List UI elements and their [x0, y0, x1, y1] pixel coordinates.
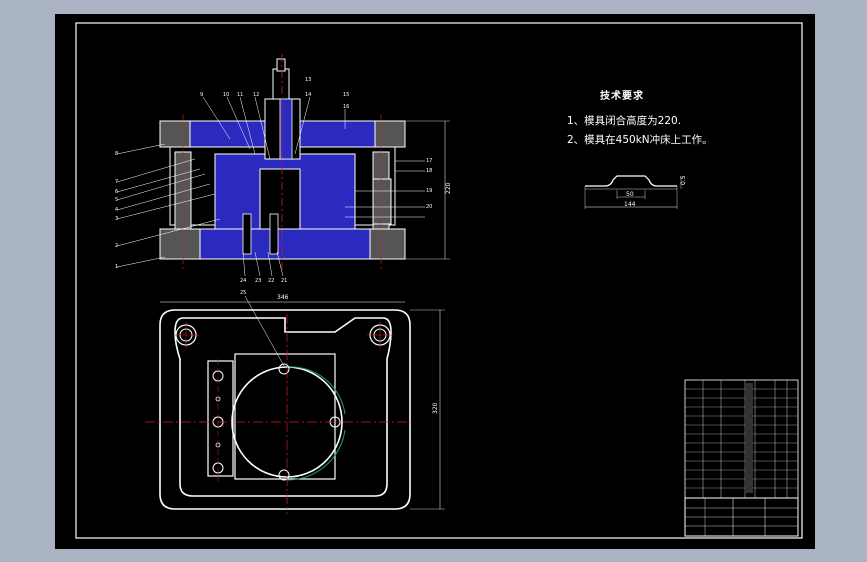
pin-left — [242, 213, 252, 255]
part-width-label: 144 — [624, 201, 636, 208]
pin-middle — [269, 213, 279, 255]
plan-width-label: 346 — [277, 294, 289, 301]
part-num-18: 18 — [426, 168, 432, 174]
part-thickness-label: 0.5 — [680, 175, 687, 185]
plan-inner-body — [174, 317, 392, 497]
sheet-border — [75, 22, 803, 539]
stripper-plate — [207, 360, 234, 477]
drawing-sheet: 220 9 10 11 12 13 14 15 8 7 6 5 4 3 2 1 … — [55, 14, 815, 549]
section-view: 2 20 — [116, 54, 452, 277]
part-num-6: 6 — [115, 189, 118, 195]
requirement-2: 2、模具在450kN冲床上工作。 — [567, 134, 713, 146]
part-num-11: 11 — [237, 92, 243, 98]
part-num-10: 10 — [223, 92, 229, 98]
part-num-22: 22 — [268, 278, 274, 284]
requirements-title: 技术要求 — [600, 91, 644, 102]
plan-view: 346 320 — [145, 294, 445, 514]
part-num-23: 23 — [255, 278, 261, 284]
part-num-16: 16 — [343, 104, 349, 110]
part-inner-label: 50 — [626, 191, 634, 198]
part-num-5: 5 — [115, 197, 118, 203]
part-num-7: 7 — [115, 179, 118, 185]
part-num-14: 14 — [305, 92, 311, 98]
shank-bolt — [276, 58, 286, 72]
part-num-19: 19 — [426, 188, 432, 194]
green-arc-top — [286, 366, 346, 415]
shank-top — [272, 68, 290, 100]
part-num-1: 1 — [115, 264, 118, 270]
title-block — [684, 379, 799, 537]
part-num-13: 13 — [305, 77, 311, 83]
bom-table — [684, 379, 799, 499]
section-height-label: 220 — [445, 182, 452, 194]
part-num-12: 12 — [253, 92, 259, 98]
part-num-24: 24 — [240, 278, 246, 284]
lower-plate-right-end — [369, 228, 406, 260]
part-num-17: 17 — [426, 158, 432, 164]
plan-height-label: 320 — [432, 402, 439, 414]
part-num-2: 2 — [115, 243, 118, 249]
part-num-21: 21 — [281, 278, 287, 284]
part-num-25: 25 — [240, 290, 246, 296]
leader-25 — [244, 295, 285, 367]
green-arc-bottom — [286, 429, 346, 481]
part-num-15: 15 — [343, 92, 349, 98]
requirement-1: 1、模具闭合高度为220. — [567, 115, 682, 127]
part-num-4: 4 — [115, 207, 118, 213]
cad-drawing: 220 9 10 11 12 13 14 15 8 7 6 5 4 3 2 1 … — [75, 22, 803, 539]
part-num-9: 9 — [200, 92, 203, 98]
part-profile — [585, 175, 677, 187]
punch-cavity — [259, 168, 301, 235]
lower-plate-left-end — [159, 228, 201, 260]
upper-plate-right-end — [374, 120, 406, 148]
part-num-3: 3 — [115, 216, 118, 222]
part-drawing: 144 50 0.5 — [584, 175, 687, 209]
upper-plate-left-end — [159, 120, 191, 148]
die-opening-frame — [234, 353, 336, 480]
part-num-20: 20 — [426, 204, 432, 210]
part-num-8: 8 — [115, 151, 118, 157]
